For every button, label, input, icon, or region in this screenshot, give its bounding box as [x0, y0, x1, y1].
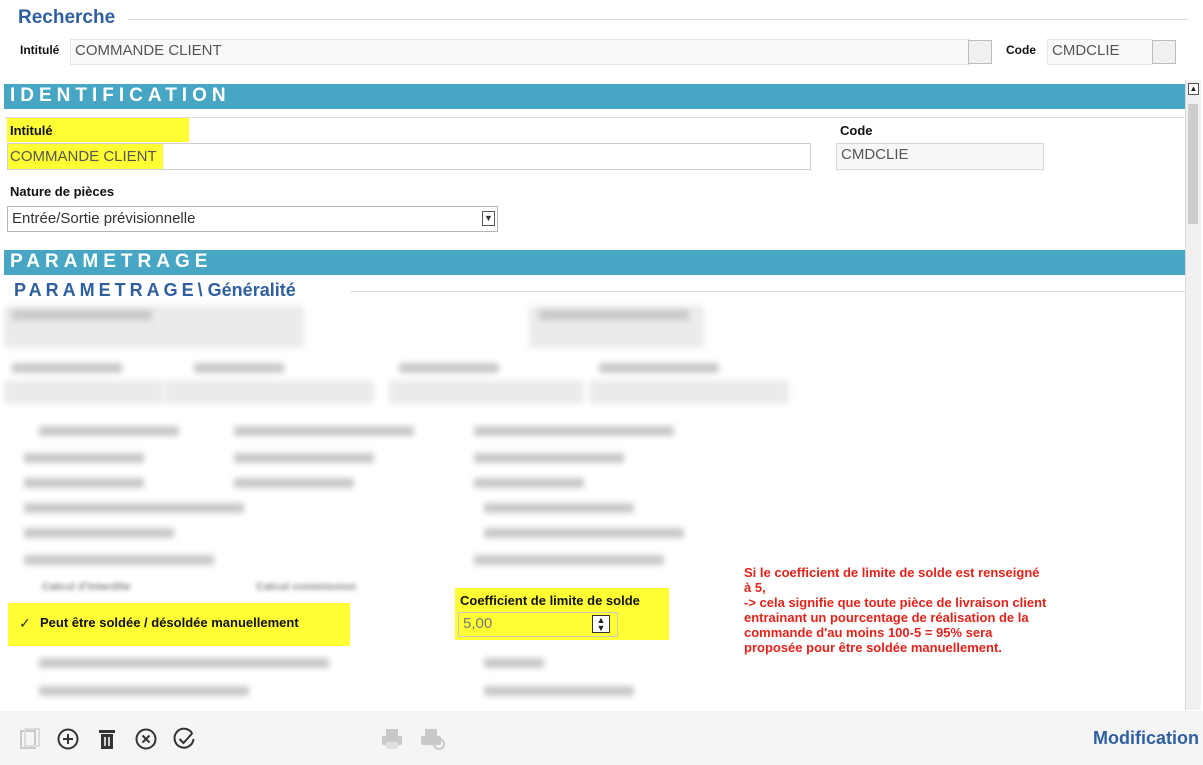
blurred-text-18 [24, 528, 174, 538]
nature-value: Entrée/Sortie prévisionnelle [12, 210, 196, 227]
spinner-icon[interactable]: ▲ ▼ [592, 615, 610, 633]
blurred-select-4 [589, 380, 789, 404]
parametrage-title: PARAMETRAGE [10, 251, 213, 272]
blurred-text-12 [474, 453, 624, 463]
annotation-note: Si le coefficient de limite de solde est… [744, 565, 1174, 655]
search-divider [128, 19, 1188, 20]
mode-status-label: Modification [1093, 728, 1199, 748]
checkmark-icon: ✓ [19, 615, 31, 631]
coef-label: Coefficient de limite de solde [460, 593, 640, 608]
intitule-input[interactable]: COMMANDE CLIENT [7, 143, 811, 170]
copy-icon[interactable] [18, 727, 42, 755]
blurred-text-9 [474, 426, 674, 436]
blurred-text-2 [539, 310, 689, 320]
blurred-text-23 [484, 658, 544, 668]
blurred-text-17 [484, 503, 634, 513]
scroll-up-icon[interactable]: ▲ [1188, 83, 1199, 95]
add-icon[interactable] [56, 727, 80, 755]
blurred-select-2 [164, 380, 374, 404]
identification-header: IDENTIFICATION [4, 84, 1185, 109]
identification-title: IDENTIFICATION [10, 85, 231, 106]
blurred-text-7 [39, 426, 179, 436]
blurred-text-19 [484, 528, 684, 538]
blurred-text-10 [24, 453, 144, 463]
note-line-3: -> cela signifie que toute pièce de livr… [744, 595, 1047, 610]
code-input[interactable]: CMDCLIE [836, 143, 1044, 170]
blurred-text-25 [484, 686, 634, 696]
chevron-down-icon[interactable]: ▼ [482, 211, 495, 226]
manual-close-checkbox[interactable]: ✓ Peut être soldée / désoldée manuelleme… [8, 603, 350, 646]
intitule-value: COMMANDE CLIENT [8, 144, 163, 169]
blurred-text-4 [194, 363, 284, 373]
validate-icon[interactable] [172, 727, 198, 755]
parametrage-sub-line [350, 291, 1185, 292]
nature-select[interactable]: Entrée/Sortie prévisionnelle ▼ [7, 206, 498, 232]
blurred-text-8 [234, 426, 414, 436]
blurred-label-2: Calcul commission [256, 581, 357, 593]
coef-value: 5,00 [463, 615, 493, 632]
blurred-text-11 [234, 453, 374, 463]
note-line-5: commande d'au moins 100-5 = 95% sera [744, 625, 993, 640]
blurred-text-14 [234, 478, 354, 488]
search-code-field[interactable]: CMDCLIE [1047, 39, 1153, 65]
parametrage-header: PARAMETRAGE [4, 250, 1185, 275]
search-code-value: CMDCLIE [1052, 42, 1120, 59]
blurred-label-1: Calcul d'interdite [42, 581, 131, 593]
blurred-text-13 [24, 478, 144, 488]
search-intitule-lookup-button[interactable] [968, 40, 992, 64]
blurred-text-6 [599, 363, 719, 373]
scrollbar-thumb[interactable] [1188, 104, 1198, 224]
cancel-icon[interactable] [134, 727, 158, 755]
blurred-text-15 [474, 478, 584, 488]
search-title: Recherche [18, 7, 116, 28]
search-intitule-field[interactable]: COMMANDE CLIENT [70, 39, 970, 65]
note-line-4: entrainant un pourcentage de réalisation… [744, 610, 1029, 625]
note-line-2: à 5, [744, 580, 766, 595]
blurred-text-5 [399, 363, 499, 373]
blurred-text-1 [12, 310, 152, 320]
parametrage-sub-suffix: \ Généralité [197, 280, 296, 300]
nature-label: Nature de pièces [10, 184, 115, 199]
intitule-label: Intitulé [10, 123, 53, 138]
blurred-text-16 [24, 503, 244, 513]
note-line-1: Si le coefficient de limite de solde est… [744, 565, 1040, 580]
blurred-text-21 [474, 555, 664, 565]
code-label: Code [840, 123, 873, 138]
manual-close-label: Peut être soldée / désoldée manuellement [40, 615, 299, 630]
blurred-settings-area: Calcul d'interdite Calcul commission [4, 298, 844, 710]
note-line-6: proposée pour être soldée manuellement. [744, 640, 1002, 655]
print-icon[interactable] [380, 727, 404, 755]
print-preview-icon[interactable] [420, 727, 446, 755]
search-code-label: Code [1006, 43, 1036, 57]
vertical-scrollbar[interactable]: ▲ [1185, 80, 1201, 710]
code-value: CMDCLIE [841, 146, 909, 163]
blurred-text-20 [24, 555, 214, 565]
blurred-text-22 [39, 658, 329, 668]
search-intitule-label: Intitulé [20, 43, 60, 57]
blurred-select-1 [4, 380, 164, 404]
blurred-select-3 [389, 380, 584, 404]
coef-group: Coefficient de limite de solde 5,00 ▲ ▼ [455, 588, 669, 640]
bottom-toolbar: Modification [0, 711, 1203, 765]
search-intitule-value: COMMANDE CLIENT [75, 42, 222, 59]
blurred-text-3 [12, 363, 122, 373]
parametrage-sub-prefix: PARAMETRAGE [14, 280, 198, 300]
blurred-text-24 [39, 686, 249, 696]
search-code-lookup-button[interactable] [1152, 40, 1176, 64]
delete-icon[interactable] [96, 727, 118, 755]
